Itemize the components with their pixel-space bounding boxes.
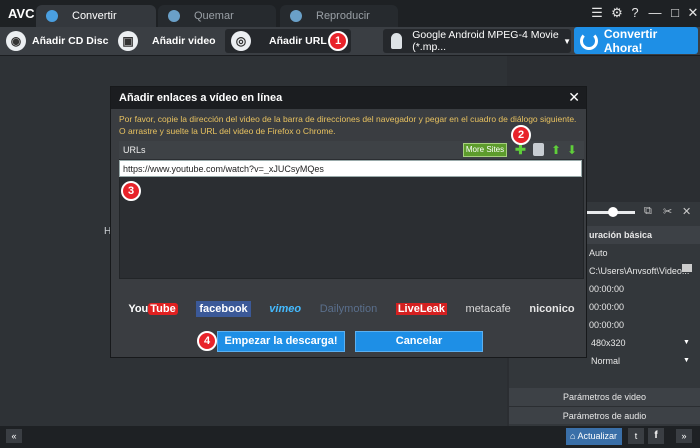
vimeo-logo: vimeo xyxy=(269,303,302,315)
profile-label: Google Android MPEG-4 Movie (*.mp... xyxy=(412,29,559,53)
chevron-down-icon[interactable]: ▼ xyxy=(683,352,690,370)
update-label: Actualizar xyxy=(577,431,617,441)
maximize-icon[interactable]: □ xyxy=(666,5,684,21)
tab-label: Quemar xyxy=(194,10,234,22)
slider-handle[interactable] xyxy=(608,207,618,217)
convert-tab-icon xyxy=(46,10,58,22)
tab-quemar[interactable]: Quemar xyxy=(158,5,276,27)
add-video-label: Añadir video xyxy=(152,35,216,47)
tab-label: Reproducir xyxy=(316,10,370,22)
add-cd-label: Añadir CD Disc xyxy=(32,35,109,47)
globe-add-icon: ◎ xyxy=(231,31,251,51)
close-icon[interactable]: ✕ xyxy=(568,89,580,106)
play-icon xyxy=(290,10,302,22)
convert-now-button[interactable]: Convertir Ahora! xyxy=(574,26,698,55)
url-input[interactable] xyxy=(119,160,582,177)
home-icon: ⌂ xyxy=(570,431,576,441)
add-cd-button[interactable]: ◉ Añadir CD Disc ▼ xyxy=(6,29,126,53)
start-download-button[interactable]: Empezar la descarga! xyxy=(217,331,345,352)
trash-icon[interactable] xyxy=(533,143,544,156)
chevron-down-icon[interactable]: ▼ xyxy=(683,334,690,352)
youtube-logo: You Tube xyxy=(128,303,178,315)
metacafe-logo: metacafe xyxy=(465,303,511,315)
tab-reproducir[interactable]: Reproducir xyxy=(280,5,398,27)
callout-badge-2: 2 xyxy=(511,125,531,145)
arrow-up-icon[interactable]: ⬆ xyxy=(551,142,561,158)
folder-icon[interactable] xyxy=(682,264,692,272)
liveleak-logo: LiveLeak xyxy=(395,303,447,315)
twitter-icon[interactable]: t xyxy=(628,428,644,444)
help-icon[interactable]: ? xyxy=(626,5,644,21)
video-params-button[interactable]: Parámetros de video xyxy=(509,388,700,406)
audio-params-button[interactable]: Parámetros de audio xyxy=(509,406,700,424)
update-button[interactable]: ⌂ Actualizar xyxy=(566,428,622,445)
refresh-icon xyxy=(580,31,598,50)
close-icon[interactable]: ✕ xyxy=(684,5,700,21)
convert-label: Convertir Ahora! xyxy=(603,26,658,55)
disc-add-icon: ◉ xyxy=(6,31,26,51)
niconico-logo: niconico xyxy=(529,303,575,315)
collapse-icon[interactable]: « xyxy=(6,429,22,443)
tab-convertir[interactable]: Convertir xyxy=(36,5,156,27)
dailymotion-logo: Dailymotion xyxy=(319,303,378,315)
menu-icon[interactable]: ☰ xyxy=(588,5,606,21)
crop-icon[interactable]: ✂ xyxy=(663,205,672,218)
callout-badge-4: 4 xyxy=(197,331,217,351)
app-logo: AVC xyxy=(8,6,35,21)
facebook-logo: facebook xyxy=(196,301,251,317)
snapshot-icon[interactable]: ⧉ xyxy=(644,205,652,218)
arrow-down-icon[interactable]: ⬇ xyxy=(567,142,577,158)
dialog-title: Añadir enlaces a vídeo en línea xyxy=(111,87,586,109)
callout-badge-1: 1 xyxy=(328,31,348,51)
add-url-dialog: Añadir enlaces a vídeo en línea ✕ Por fa… xyxy=(110,86,587,358)
more-sites-button[interactable]: More Sites xyxy=(463,143,507,157)
settings-icon[interactable]: ⚙ xyxy=(608,5,626,21)
minimize-icon[interactable]: — xyxy=(646,5,664,21)
android-icon xyxy=(391,33,403,49)
disc-icon xyxy=(168,10,180,22)
expand-icon[interactable]: » xyxy=(676,429,692,443)
film-add-icon: ▣ xyxy=(118,31,138,51)
add-url-button[interactable]: ◎ Añadir URL xyxy=(231,29,327,53)
effects-icon[interactable]: ✕ xyxy=(682,205,691,218)
profile-select[interactable]: Google Android MPEG-4 Movie (*.mp... ▼ xyxy=(383,29,571,53)
facebook-icon[interactable]: f xyxy=(648,428,664,444)
cancel-button[interactable]: Cancelar xyxy=(355,331,483,352)
chevron-down-icon: ▼ xyxy=(563,36,571,46)
callout-badge-3: 3 xyxy=(121,181,141,201)
supported-sites: You Tube facebook vimeo Dailymotion LiveL… xyxy=(119,297,584,321)
add-url-label: Añadir URL xyxy=(269,35,327,47)
tab-label: Convertir xyxy=(72,10,117,22)
add-video-button[interactable]: ▣ Añadir video xyxy=(118,29,216,53)
